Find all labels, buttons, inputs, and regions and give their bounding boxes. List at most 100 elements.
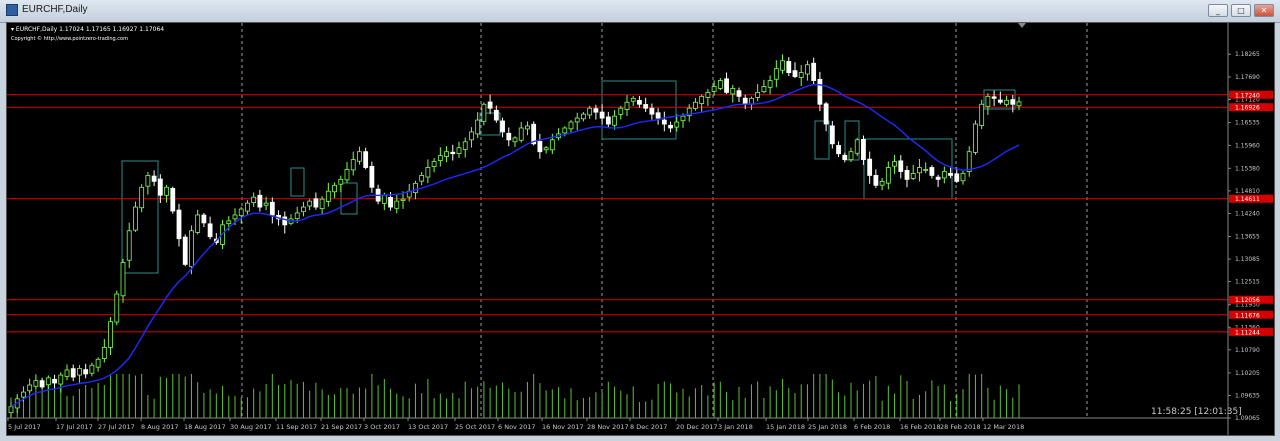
candle[interactable] [773, 60, 779, 88]
candle[interactable] [736, 87, 742, 102]
candle[interactable] [126, 222, 132, 268]
candle[interactable] [836, 141, 841, 158]
candle[interactable] [52, 374, 57, 389]
candle[interactable] [885, 161, 891, 190]
candle[interactable] [904, 166, 910, 188]
candle[interactable] [966, 146, 972, 177]
candle[interactable] [195, 209, 201, 235]
candle[interactable] [643, 97, 649, 113]
candle[interactable] [941, 166, 947, 184]
candle[interactable] [176, 203, 182, 247]
candle[interactable] [325, 182, 331, 207]
candle[interactable] [350, 151, 356, 176]
candle[interactable] [798, 65, 804, 87]
candle[interactable] [873, 169, 879, 188]
candle[interactable] [929, 165, 935, 179]
candle[interactable] [624, 95, 630, 117]
candle[interactable] [77, 365, 82, 383]
candle[interactable] [923, 162, 929, 174]
candle[interactable] [985, 93, 991, 115]
candle[interactable] [506, 127, 512, 147]
candle[interactable] [487, 94, 493, 115]
candle[interactable] [313, 192, 319, 210]
candle[interactable] [238, 206, 244, 224]
consolidation-box[interactable] [290, 167, 305, 197]
candle[interactable] [935, 174, 941, 187]
candle[interactable] [973, 120, 978, 155]
candle[interactable] [693, 97, 698, 111]
candle[interactable] [89, 362, 95, 377]
candle[interactable] [319, 196, 325, 214]
candle[interactable] [363, 147, 369, 170]
minimize-button[interactable]: _ [1208, 4, 1228, 17]
candle[interactable] [879, 178, 885, 191]
candle[interactable] [493, 105, 499, 123]
candle[interactable] [605, 112, 611, 128]
candle[interactable] [369, 161, 375, 193]
candle[interactable] [612, 110, 617, 130]
candle[interactable] [786, 57, 792, 76]
candle[interactable] [481, 102, 487, 126]
candle[interactable] [910, 164, 916, 181]
candle[interactable] [705, 89, 711, 106]
candle[interactable] [587, 105, 593, 119]
candle[interactable] [394, 194, 400, 214]
candle[interactable] [27, 378, 33, 393]
candle[interactable] [649, 103, 655, 120]
candle[interactable] [618, 105, 624, 120]
candle[interactable] [33, 374, 39, 389]
candle[interactable] [475, 112, 481, 138]
candle[interactable] [1010, 94, 1016, 113]
candle[interactable] [375, 184, 381, 205]
candle[interactable] [251, 192, 257, 207]
consolidation-box[interactable] [601, 80, 677, 140]
close-button[interactable]: ✕ [1254, 4, 1274, 17]
candle[interactable] [979, 99, 985, 130]
candle[interactable] [892, 154, 897, 174]
candle[interactable] [842, 152, 848, 163]
candle[interactable] [108, 317, 113, 355]
candle[interactable] [661, 111, 667, 132]
candle[interactable] [95, 357, 101, 372]
candle[interactable] [282, 211, 288, 234]
candle[interactable] [114, 290, 120, 326]
candle[interactable] [444, 146, 449, 163]
candle[interactable] [898, 155, 904, 179]
candle[interactable] [699, 94, 705, 113]
candle[interactable] [70, 364, 76, 382]
candle[interactable] [668, 121, 673, 133]
candle[interactable] [518, 121, 524, 143]
candle[interactable] [655, 108, 661, 125]
chart-canvas[interactable]: 1.182651.176901.171201.165351.159601.153… [7, 23, 1274, 435]
candle[interactable] [344, 162, 350, 183]
candle[interactable] [829, 120, 835, 149]
candle[interactable] [120, 258, 126, 303]
candle[interactable] [637, 95, 642, 108]
price-chart[interactable]: 1.18265 1.17690 1.17120 1.16535 1.15960 1.153… [6, 22, 1275, 436]
candle[interactable] [164, 184, 169, 203]
candle[interactable] [500, 117, 505, 138]
candle[interactable] [730, 84, 736, 103]
candle[interactable] [724, 72, 729, 95]
candle[interactable] [767, 75, 773, 95]
candle[interactable] [332, 182, 337, 199]
candle[interactable] [543, 146, 549, 154]
candle[interactable] [39, 377, 45, 389]
candle[interactable] [556, 128, 561, 141]
candle[interactable] [1016, 96, 1022, 111]
window-titlebar[interactable]: EURCHF,Daily _ □ ✕ [0, 0, 1280, 23]
restore-button[interactable]: □ [1231, 4, 1251, 17]
candle[interactable] [431, 158, 437, 173]
candle[interactable] [848, 147, 854, 162]
candle[interactable] [58, 372, 64, 393]
candle[interactable] [139, 184, 145, 213]
candle[interactable] [581, 111, 586, 122]
candle[interactable] [761, 79, 767, 94]
candle[interactable] [512, 136, 518, 147]
candle[interactable] [462, 137, 468, 158]
candle[interactable] [630, 96, 636, 107]
candle[interactable] [288, 214, 294, 226]
candle[interactable] [301, 201, 306, 217]
candle[interactable] [64, 364, 70, 381]
candle[interactable] [991, 90, 997, 107]
